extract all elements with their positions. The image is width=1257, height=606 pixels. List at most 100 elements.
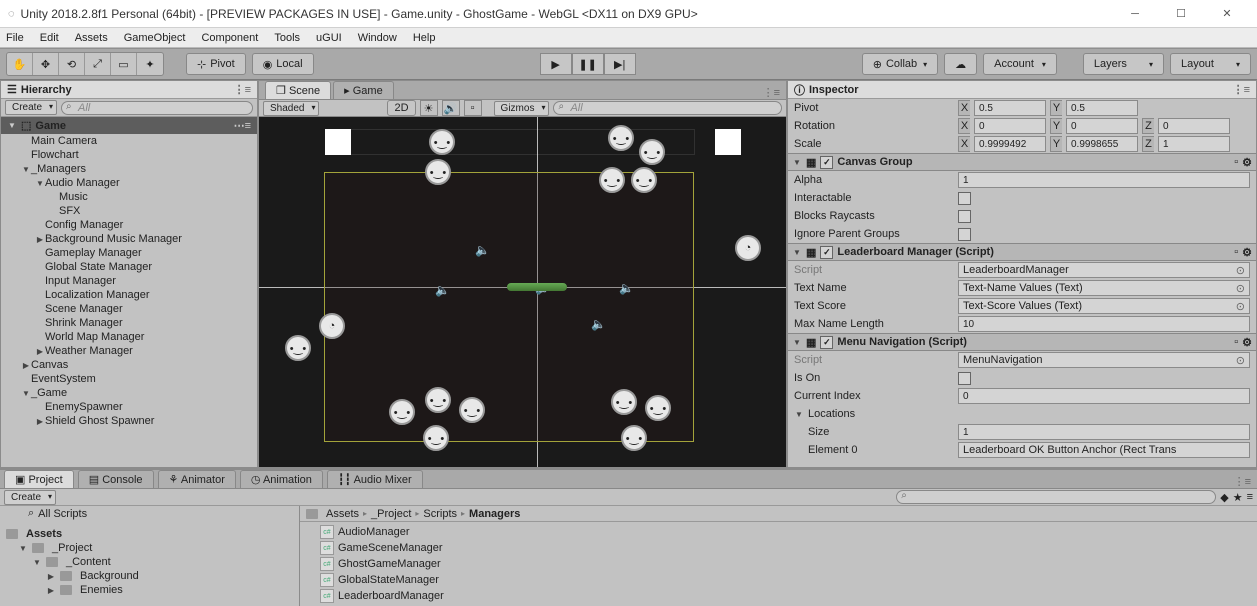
blocks-raycasts-checkbox[interactable] <box>958 210 971 223</box>
hierarchy-item[interactable]: EnemySpawner <box>1 400 257 414</box>
rotate-tool[interactable]: ⟲ <box>59 53 85 75</box>
hierarchy-item[interactable]: Gameplay Manager <box>1 246 257 260</box>
interactable-checkbox[interactable] <box>958 192 971 205</box>
component-reset-icon[interactable]: ⚙ <box>1242 156 1252 169</box>
scene-view[interactable]: •‿• •‿• •‿• •‿• •‿• •‿• ◔ •‿• ◔ •‿• •‿• … <box>259 117 786 467</box>
all-scripts-label[interactable]: All Scripts <box>38 508 87 520</box>
ignore-parent-checkbox[interactable] <box>958 228 971 241</box>
move-tool[interactable]: ✥ <box>33 53 59 75</box>
rot-x-field[interactable] <box>974 118 1046 134</box>
minimize-button[interactable]: ─ <box>1113 2 1157 26</box>
scale-z-field[interactable] <box>1158 136 1230 152</box>
close-button[interactable]: ✕ <box>1205 2 1249 26</box>
menu-help[interactable]: Help <box>413 32 436 44</box>
component-reset-icon[interactable]: ⚙ <box>1242 246 1252 259</box>
panel-menu-icon[interactable]: ⋮≡ <box>1233 83 1250 96</box>
hand-tool[interactable]: ✋ <box>7 53 33 75</box>
filter-icon[interactable]: ★ <box>1233 491 1243 504</box>
maximize-button[interactable]: ☐ <box>1159 2 1203 26</box>
local-toggle[interactable]: ◉Local <box>252 53 314 75</box>
hierarchy-item[interactable]: ▶Background Music Manager <box>1 232 257 246</box>
shading-dropdown[interactable]: Shaded <box>263 101 319 116</box>
scale-x-field[interactable] <box>974 136 1046 152</box>
account-dropdown[interactable]: Account▾ <box>983 53 1057 75</box>
menu-edit[interactable]: Edit <box>40 32 59 44</box>
hierarchy-tab[interactable]: ☰ Hierarchy ⋮≡ <box>1 81 257 99</box>
animator-tab[interactable]: ⚘ Animator <box>158 470 236 488</box>
lighting-toggle[interactable]: ☀ <box>420 100 438 116</box>
animation-tab[interactable]: ◷ Animation <box>240 470 323 488</box>
menu-gameobject[interactable]: GameObject <box>124 32 186 44</box>
menu-file[interactable]: File <box>6 32 24 44</box>
scene-tab[interactable]: ❐ Scene <box>265 81 331 99</box>
hierarchy-item[interactable]: ▶Shield Ghost Spawner <box>1 414 257 428</box>
layout-dropdown[interactable]: Layout▾ <box>1170 53 1251 75</box>
2d-toggle[interactable]: 2D <box>387 100 415 116</box>
folder-enemies[interactable]: Enemies <box>80 584 123 596</box>
game-tab[interactable]: ▸ Game <box>333 81 394 99</box>
project-file[interactable]: c#GameSceneManager <box>300 540 1257 556</box>
canvas-group-enable[interactable]: ✓ <box>820 156 833 169</box>
rot-z-field[interactable] <box>1158 118 1230 134</box>
crumb-assets[interactable]: Assets <box>326 508 359 520</box>
gizmos-dropdown[interactable]: Gizmos <box>494 101 550 116</box>
folder-background[interactable]: Background <box>80 570 139 582</box>
rot-y-field[interactable] <box>1066 118 1138 134</box>
rect-tool[interactable]: ▭ <box>111 53 137 75</box>
hierarchy-create-dropdown[interactable]: Create <box>5 100 57 115</box>
hierarchy-item[interactable]: ▼_Game <box>1 386 257 400</box>
folder-content[interactable]: _Content <box>66 556 111 568</box>
panel-menu-icon[interactable]: ⋮≡ <box>234 83 251 96</box>
play-button[interactable]: ▶ <box>540 53 572 75</box>
hierarchy-item[interactable]: Localization Manager <box>1 288 257 302</box>
hierarchy-item[interactable]: Global State Manager <box>1 260 257 274</box>
transform-tool[interactable]: ✦ <box>137 53 163 75</box>
menu-tools[interactable]: Tools <box>274 32 300 44</box>
inspector-tab[interactable]: ⓘ Inspector ⋮≡ <box>788 81 1256 99</box>
is-on-checkbox[interactable] <box>958 372 971 385</box>
step-button[interactable]: ▶| <box>604 53 636 75</box>
text-score-field[interactable]: Text-Score Values (Text)⊙ <box>958 298 1250 314</box>
cloud-button[interactable]: ☁ <box>944 53 977 75</box>
hierarchy-item[interactable]: SFX <box>1 204 257 218</box>
crumb-managers[interactable]: Managers <box>469 508 520 520</box>
leaderboard-enable[interactable]: ✓ <box>820 246 833 259</box>
collab-dropdown[interactable]: ⊕Collab▾ <box>862 53 938 75</box>
project-create-dropdown[interactable]: Create <box>4 490 56 505</box>
console-tab[interactable]: ▤ Console <box>78 470 154 488</box>
panel-menu-icon[interactable]: ≡ <box>1247 491 1253 503</box>
crumb-scripts[interactable]: Scripts <box>423 508 457 520</box>
hierarchy-item[interactable]: ▼_Managers <box>1 162 257 176</box>
component-help-icon[interactable]: ▫ <box>1234 336 1238 349</box>
audio-mixer-tab[interactable]: ┇┇ Audio Mixer <box>327 470 423 488</box>
layers-dropdown[interactable]: Layers▾ <box>1083 53 1164 75</box>
crumb-project[interactable]: _Project <box>371 508 411 520</box>
project-file[interactable]: c#LeaderboardManager <box>300 588 1257 604</box>
scale-y-field[interactable] <box>1066 136 1138 152</box>
audio-toggle[interactable]: 🔊 <box>442 100 460 116</box>
current-index-field[interactable] <box>958 388 1250 404</box>
menu-nav-header[interactable]: ▼ ▦ ✓ Menu Navigation (Script) ▫⚙ <box>788 333 1256 351</box>
hierarchy-item[interactable]: ▼Audio Manager <box>1 176 257 190</box>
hierarchy-item[interactable]: Config Manager <box>1 218 257 232</box>
hierarchy-item[interactable]: Scene Manager <box>1 302 257 316</box>
hierarchy-item[interactable]: ▶Canvas <box>1 358 257 372</box>
component-reset-icon[interactable]: ⚙ <box>1242 336 1252 349</box>
max-name-length-field[interactable] <box>958 316 1250 332</box>
alpha-field[interactable] <box>958 172 1250 188</box>
folder-project[interactable]: _Project <box>52 542 92 554</box>
pivot-x-field[interactable] <box>974 100 1046 116</box>
filter-icon[interactable]: ◆ <box>1220 491 1228 504</box>
text-name-field[interactable]: Text-Name Values (Text)⊙ <box>958 280 1250 296</box>
project-file[interactable]: c#GlobalStateManager <box>300 572 1257 588</box>
panel-menu-icon[interactable]: ⋮≡ <box>1234 475 1251 488</box>
project-file[interactable]: c#AudioManager <box>300 524 1257 540</box>
component-help-icon[interactable]: ▫ <box>1234 156 1238 169</box>
menu-component[interactable]: Component <box>201 32 258 44</box>
pause-button[interactable]: ❚❚ <box>572 53 604 75</box>
project-search[interactable] <box>896 490 1216 504</box>
element-0-field[interactable]: Leaderboard OK Button Anchor (Rect Trans <box>958 442 1250 458</box>
hierarchy-scene-root[interactable]: ▼ ⬚ Game ⋯≡ <box>1 117 257 134</box>
assets-root[interactable]: Assets <box>26 528 62 540</box>
locations-size-field[interactable] <box>958 424 1250 440</box>
